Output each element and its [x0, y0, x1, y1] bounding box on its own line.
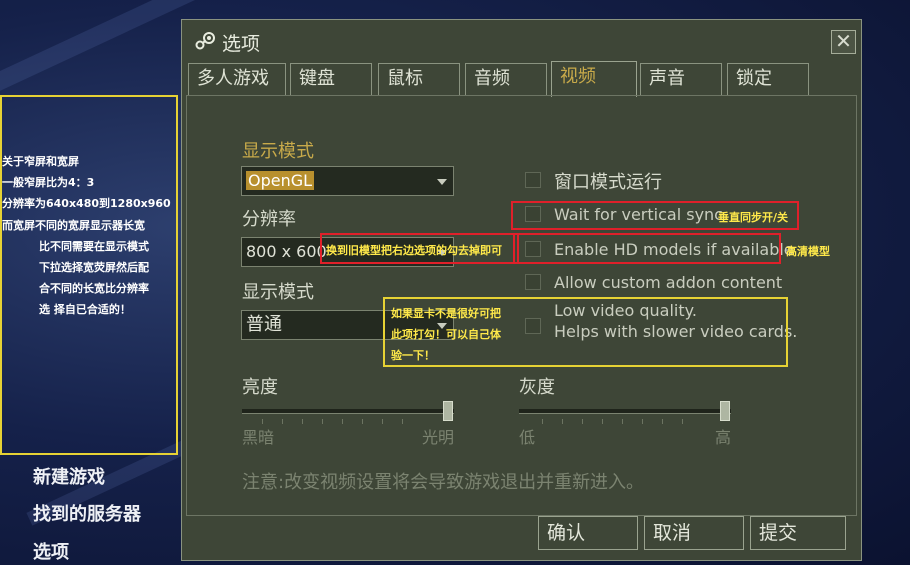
widescreen-note-line: 选 择自已合适的！ [39, 303, 131, 316]
custom-addon-checkbox[interactable] [525, 274, 541, 290]
dialog-titlebar: 选项 ✕ [182, 20, 861, 62]
slider-tick [642, 419, 643, 424]
slider-tick [322, 419, 323, 424]
resolution-value: 800 x 600 [246, 242, 327, 261]
hd-models-annotation: 高清模型 [786, 245, 830, 258]
background-streak [0, 0, 212, 103]
brightness-slider-handle[interactable] [442, 401, 453, 421]
tab-lock[interactable]: 锁定 [727, 63, 809, 95]
widescreen-note-line: 合不同的长宽比分辨率 [39, 282, 149, 295]
brightness-min-label: 黑暗 [242, 428, 275, 447]
slider-tick [562, 419, 563, 424]
widescreen-note-line: 下拉选择宽荧屏然后配 [39, 261, 149, 274]
widescreen-note-line: 关于窄屏和宽屏 [2, 155, 79, 168]
slider-tick [382, 419, 383, 424]
dialog-title: 选项 [222, 33, 261, 55]
tab-video[interactable]: 视频 [551, 61, 637, 97]
ok-button[interactable]: 确认 [538, 516, 638, 550]
slider-tick [542, 419, 543, 424]
menu-found-servers[interactable]: 找到的服务器 [33, 500, 141, 526]
tab-audio[interactable]: 音频 [465, 63, 547, 95]
options-dialog: 选项 ✕ 多人游戏 键盘 鼠标 音频 视频 声音 锁定 显示模式 OpenGL … [181, 19, 862, 561]
slider-tick [362, 419, 363, 424]
slider-tick [602, 419, 603, 424]
widescreen-note-line: 比不同需要在显示模式 [39, 240, 149, 253]
slider-tick [282, 419, 283, 424]
vsync-annotation: 垂直同步开/关 [718, 211, 789, 224]
widescreen-note-line: 分辨率为640x480到1280x960 [2, 197, 171, 210]
slider-tick [682, 419, 683, 424]
widescreen-note-line: 而宽屏不同的宽屏显示器长宽 [2, 219, 145, 232]
slider-tick [662, 419, 663, 424]
resolution-label: 分辨率 [242, 209, 296, 230]
brightness-max-label: 光明 [422, 428, 455, 447]
tab-keyboard[interactable]: 键盘 [290, 63, 372, 95]
old-models-annotation: 换到旧模型把右边选项的勾去掉即可 [326, 244, 502, 257]
cancel-button[interactable]: 取消 [644, 516, 744, 550]
display-mode-value: OpenGL [246, 171, 315, 190]
low-quality-annotation-line: 此项打勾！可以自己体 [391, 328, 501, 341]
windowed-mode-label: 窗口模式运行 [554, 172, 662, 193]
brightness-slider-track[interactable] [242, 409, 454, 414]
windowed-mode-checkbox[interactable] [525, 172, 541, 188]
widescreen-note-line: 一般窄屏比为4：3 [2, 176, 95, 189]
custom-addon-label: Allow custom addon content [554, 273, 783, 292]
slider-tick [342, 419, 343, 424]
submit-button[interactable]: 提交 [750, 516, 846, 550]
chevron-down-icon [437, 179, 447, 185]
display-mode-select[interactable]: OpenGL [241, 166, 454, 196]
slider-tick [402, 419, 403, 424]
low-quality-annotation-line: 验一下！ [391, 349, 435, 362]
menu-new-game[interactable]: 新建游戏 [33, 463, 105, 489]
gamma-max-label: 高 [715, 428, 732, 447]
gamma-slider-track[interactable] [519, 409, 731, 414]
brightness-label: 亮度 [242, 377, 278, 398]
slider-tick [582, 419, 583, 424]
display-mode2-label: 显示模式 [242, 282, 314, 303]
steam-logo-icon [195, 32, 215, 50]
display-mode2-value: 普通 [246, 314, 282, 335]
gamma-min-label: 低 [519, 428, 536, 447]
restart-note: 注意:改变视频设置将会导致游戏退出并重新进入。 [242, 472, 645, 493]
gamma-slider-handle[interactable] [719, 401, 730, 421]
menu-options[interactable]: 选项 [33, 538, 69, 564]
slider-tick [622, 419, 623, 424]
slider-tick [302, 419, 303, 424]
gamma-label: 灰度 [519, 377, 555, 398]
tab-mouse[interactable]: 鼠标 [378, 63, 460, 95]
widescreen-note-box [0, 95, 178, 455]
low-quality-annotation-line: 如果显卡不是很好可把 [391, 307, 501, 320]
hd-annotation-box [513, 233, 781, 264]
display-mode-label: 显示模式 [242, 141, 314, 162]
close-button[interactable]: ✕ [831, 30, 856, 54]
tab-voice[interactable]: 声音 [640, 63, 722, 95]
tab-multiplayer[interactable]: 多人游戏 [188, 63, 286, 95]
